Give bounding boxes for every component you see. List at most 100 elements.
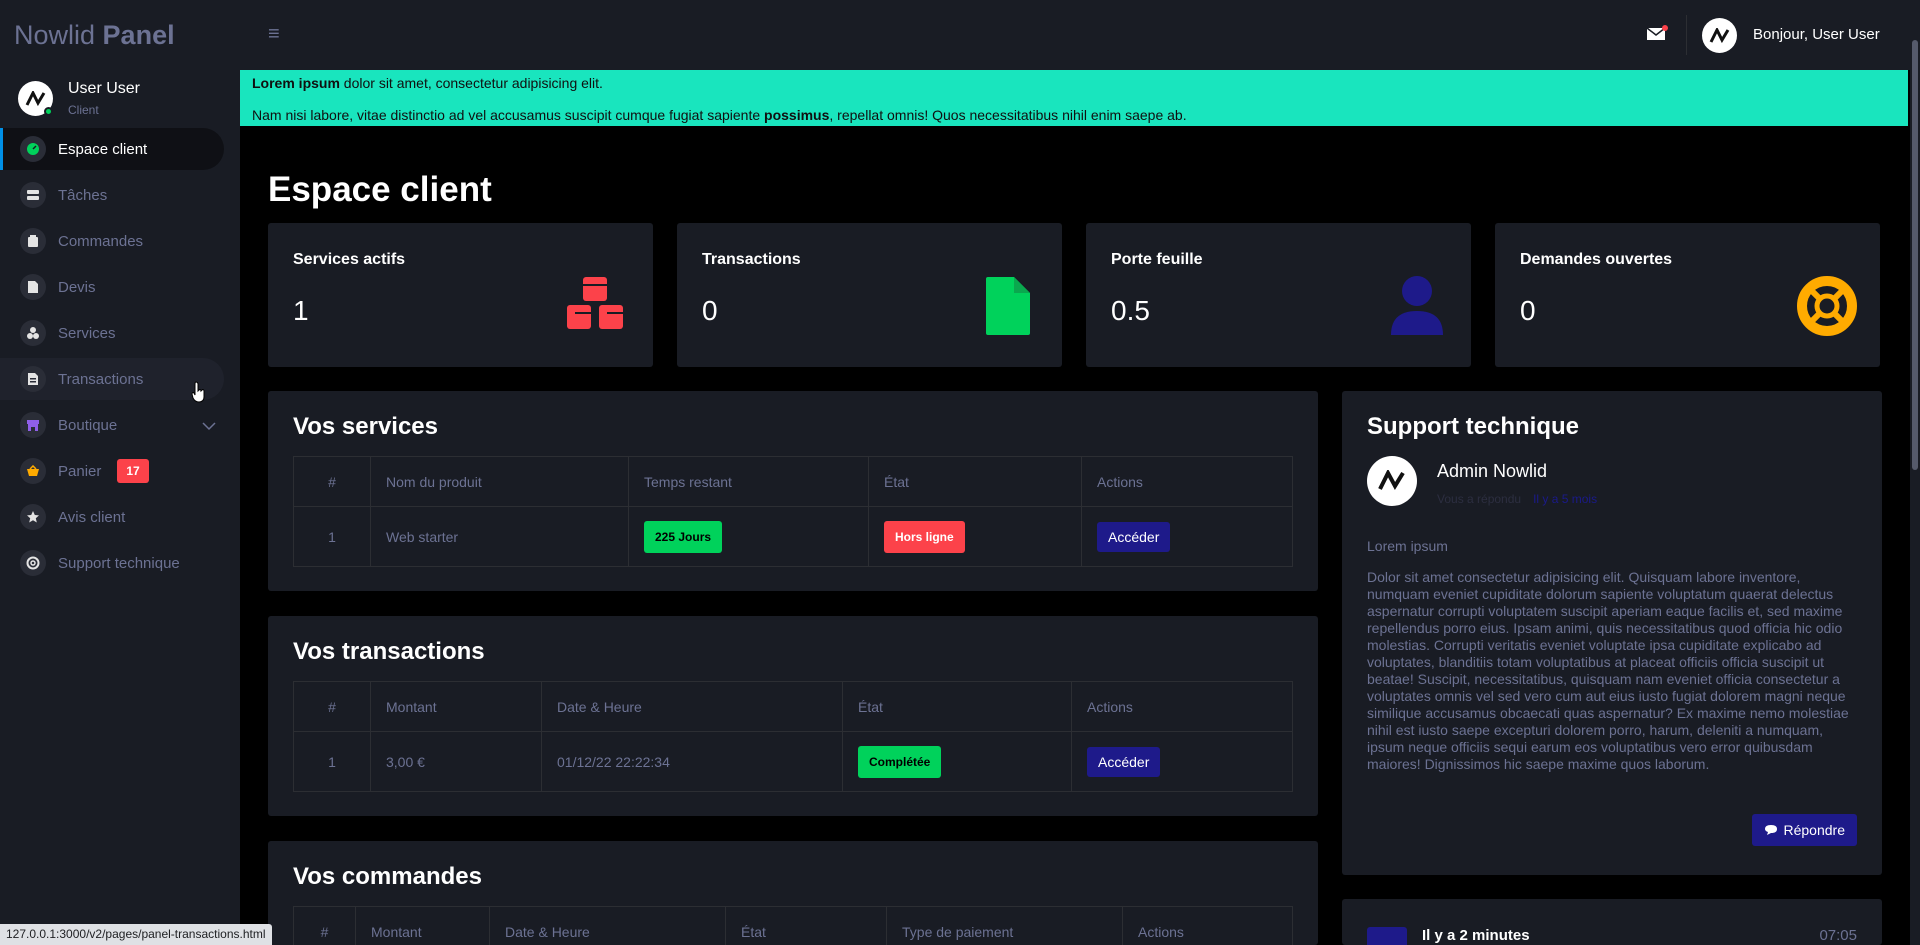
stat-value: 0 <box>1520 295 1536 326</box>
sidebar-item-commandes[interactable]: Commandes <box>0 220 224 262</box>
table-header-row: # Nom du produit Temps restant État Acti… <box>293 456 1293 507</box>
table-header: Date & Heure <box>541 681 843 732</box>
cell-date: 01/12/22 22:22:34 <box>541 731 843 792</box>
support-author: Admin Nowlid <box>1437 461 1548 481</box>
brand-prefix: Nowlid <box>14 20 96 50</box>
activity-icon <box>1367 927 1407 945</box>
cell-state: Complétée <box>842 731 1072 792</box>
services-table: # Nom du produit Temps restant État Acti… <box>293 456 1293 567</box>
cell-actions: Accéder <box>1071 731 1293 792</box>
profile-name: User User <box>68 80 141 97</box>
file-icon <box>984 275 1032 342</box>
sidebar-item-avis-client[interactable]: Avis client <box>0 496 224 538</box>
table-row: 1 3,00 € 01/12/22 22:22:34 Complétée Acc… <box>293 731 1293 792</box>
lifebuoy-icon <box>20 550 46 576</box>
user-greeting[interactable]: Bonjour, User User <box>1753 26 1880 43</box>
stat-card-services-actifs: Services actifs 1 <box>268 223 653 367</box>
browser-status-bar: 127.0.0.1:3000/v2/pages/panel-transactio… <box>0 924 272 945</box>
app: Nowlid Panel User User Client Espace cli… <box>0 0 1920 945</box>
cart-icon <box>20 228 46 254</box>
support-panel: Support technique Admin Nowlid Vous a ré… <box>1342 391 1882 875</box>
profile-role: Client <box>68 103 99 117</box>
status-badge: Complétée <box>858 745 942 778</box>
table-header: Actions <box>1071 681 1293 732</box>
stat-label: Demandes ouvertes <box>1520 251 1673 268</box>
hand-cursor-icon <box>191 381 205 403</box>
support-subject: Lorem ipsum <box>1367 538 1448 554</box>
tasks-icon <box>20 182 46 208</box>
info-alert: Lorem ipsum dolor sit amet, consectetur … <box>240 70 1908 126</box>
access-transaction-button[interactable]: Accéder <box>1087 746 1161 777</box>
table-header: Montant <box>355 906 490 945</box>
scrollbar-thumb[interactable] <box>1912 40 1918 470</box>
transactions-panel: Vos transactions # Montant Date & Heure … <box>268 616 1318 816</box>
file-icon <box>20 274 46 300</box>
stat-card-demandes-ouvertes: Demandes ouvertes 0 <box>1495 223 1880 367</box>
stat-value: 1 <box>293 295 309 326</box>
panel-title: Vos services <box>293 413 438 440</box>
chevron-down-icon[interactable] <box>202 418 216 436</box>
page-scrollbar[interactable] <box>1910 0 1920 945</box>
stat-value: 0 <box>702 295 718 326</box>
topbar: ≡ Bonjour, User User <box>240 0 1920 70</box>
mail-notification-icon[interactable] <box>1646 24 1668 47</box>
sidebar-item-espace-client[interactable]: Espace client <box>0 128 224 170</box>
sidebar-item-panier[interactable]: Panier 17 <box>0 450 224 492</box>
table-header-row: # Montant Date & Heure État Actions <box>293 681 1293 732</box>
sidebar-item-support-technique[interactable]: Support technique <box>0 542 224 584</box>
sidebar-item-services[interactable]: Services <box>0 312 224 354</box>
sidebar-item-devis[interactable]: Devis <box>0 266 224 308</box>
user-avatar[interactable] <box>1702 18 1737 53</box>
sidebar-item-boutique[interactable]: Boutique <box>0 404 224 446</box>
cubes-icon <box>561 275 631 342</box>
table-header-row: # Montant Date & Heure État Type de paie… <box>293 906 1293 945</box>
panel-title: Vos commandes <box>293 863 482 890</box>
alert-line-1-bold: Lorem ipsum <box>252 75 340 91</box>
sidebar-item-label: Transactions <box>58 370 144 388</box>
table-header: # <box>293 681 371 732</box>
support-meta: Vous a répondu Il y a 5 mois <box>1437 492 1597 506</box>
transactions-table: # Montant Date & Heure État Actions 1 3,… <box>293 681 1293 792</box>
lifebuoy-icon <box>1796 275 1858 342</box>
avatar <box>18 81 53 116</box>
reply-button-label: Répondre <box>1783 822 1846 838</box>
activity-time: 07:05 <box>1819 927 1857 944</box>
sidebar-item-label: Panier <box>58 462 102 480</box>
page-title: Espace client <box>268 170 492 209</box>
alert-line-1-text: dolor sit amet, consectetur adipisicing … <box>339 75 603 91</box>
receipt-icon <box>20 366 46 392</box>
nowlid-logo-icon <box>1709 27 1729 43</box>
sidebar-item-label: Espace client <box>58 140 148 158</box>
sidebar-nav: Espace client Tâches Commandes Devis Ser… <box>0 128 224 588</box>
cubes-icon <box>20 320 46 346</box>
store-icon <box>20 412 46 438</box>
sidebar-item-taches[interactable]: Tâches <box>0 174 224 216</box>
cell-state: Hors ligne <box>868 506 1082 567</box>
topbar-divider <box>1686 15 1687 55</box>
hamburger-menu-icon[interactable]: ≡ <box>268 23 280 46</box>
remaining-time-badge: 225 Jours <box>644 520 723 553</box>
reply-button[interactable]: Répondre <box>1751 814 1857 846</box>
alert-line-2-text-end: , repellat omnis! Quos necessitatibus ni… <box>829 107 1187 123</box>
sidebar-item-label: Boutique <box>58 416 118 434</box>
sidebar-item-label: Devis <box>58 278 96 296</box>
panel-title: Vos transactions <box>293 638 485 665</box>
stat-label: Services actifs <box>293 251 406 268</box>
table-header: État <box>868 456 1082 507</box>
sidebar-item-label: Support technique <box>58 554 180 572</box>
sidebar-item-label: Services <box>58 324 116 342</box>
user-profile[interactable]: User User Client <box>18 80 140 117</box>
table-header: Temps restant <box>628 456 869 507</box>
speedometer-icon <box>20 136 46 162</box>
services-panel: Vos services # Nom du produit Temps rest… <box>268 391 1318 591</box>
table-header: Date & Heure <box>489 906 726 945</box>
table-header: # <box>293 456 371 507</box>
orders-panel: Vos commandes # Montant Date & Heure Éta… <box>268 841 1318 945</box>
table-header: Montant <box>370 681 542 732</box>
support-message-header: Admin Nowlid Vous a répondu Il y a 5 mois <box>1367 456 1597 506</box>
nowlid-logo-icon <box>1378 470 1405 491</box>
orders-table: # Montant Date & Heure État Type de paie… <box>293 906 1293 945</box>
alert-line-2-bold: possimus <box>764 107 830 123</box>
brand-logo[interactable]: Nowlid Panel <box>14 20 175 51</box>
access-service-button[interactable]: Accéder <box>1097 521 1171 552</box>
